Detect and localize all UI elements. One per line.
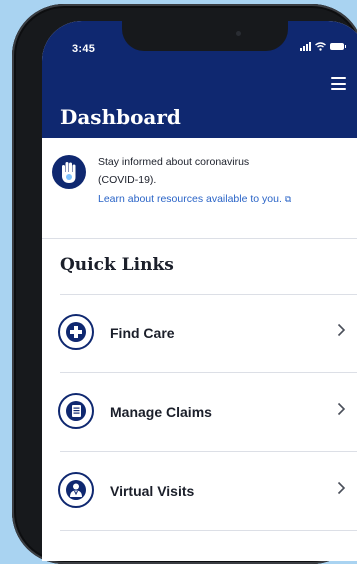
phone-frame: 3:45 Dashboard Stay informed about coron… — [12, 4, 357, 564]
app-screen: 3:45 Dashboard Stay informed about coron… — [42, 21, 357, 561]
alert-text-line1: Stay informed about coronavirus — [98, 156, 250, 168]
resources-link[interactable]: Learn about resources available to you. ⧉ — [98, 193, 291, 205]
divider — [60, 530, 357, 531]
quick-link-label: Manage Claims — [110, 404, 212, 420]
document-icon — [58, 393, 94, 429]
doctor-icon — [58, 472, 94, 508]
page-title: Dashboard — [60, 105, 181, 129]
app-header: 3:45 Dashboard — [42, 21, 357, 138]
quick-link-virtual-visits[interactable]: Virtual Visits — [42, 453, 357, 531]
quick-link-label: Find Care — [110, 325, 175, 341]
hamburger-menu-icon[interactable] — [331, 77, 346, 90]
plus-icon — [58, 314, 94, 350]
divider — [60, 372, 357, 373]
alert-text-line2: (COVID-19). — [98, 174, 157, 186]
status-icons — [300, 42, 346, 51]
quick-link-manage-claims[interactable]: Manage Claims — [42, 374, 357, 452]
hand-stop-icon — [52, 155, 86, 189]
phone-notch — [122, 21, 288, 51]
chevron-right-icon — [337, 481, 346, 495]
quick-links-heading: Quick Links — [60, 255, 174, 275]
divider — [60, 451, 357, 452]
external-link-icon: ⧉ — [284, 194, 292, 204]
battery-icon — [330, 43, 346, 50]
chevron-right-icon — [337, 323, 346, 337]
signal-icon — [300, 42, 311, 51]
quick-link-find-care[interactable]: Find Care — [42, 295, 357, 373]
covid-alert-banner: Stay informed about coronavirus (COVID-1… — [42, 138, 357, 239]
wifi-icon — [315, 42, 326, 51]
quick-link-label: Virtual Visits — [110, 483, 195, 499]
status-time: 3:45 — [72, 43, 96, 55]
resources-link-label: Learn about resources available to you. — [98, 193, 282, 205]
chevron-right-icon — [337, 402, 346, 416]
